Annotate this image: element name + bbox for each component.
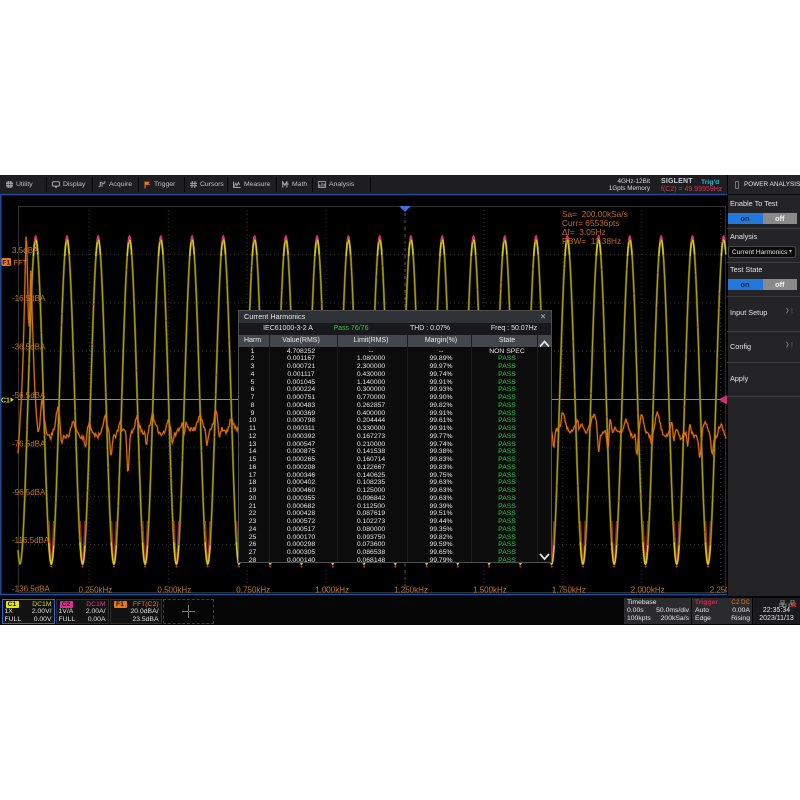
svg-text:C1: C1 xyxy=(1,398,10,405)
svg-text:-56.5dBA: -56.5dBA xyxy=(12,391,46,400)
svg-text:-96.5dBA: -96.5dBA xyxy=(12,488,46,497)
svg-text:-116.5dBA: -116.5dBA xyxy=(12,536,50,545)
svg-text:1.000kHz: 1.000kHz xyxy=(315,586,349,595)
svg-text:1.500kHz: 1.500kHz xyxy=(473,586,507,595)
svg-text:1.750kHz: 1.750kHz xyxy=(552,586,586,595)
svg-text:F1: F1 xyxy=(2,260,10,267)
svg-text:0.750kHz: 0.750kHz xyxy=(236,586,270,595)
svg-text:3.5dBA: 3.5dBA xyxy=(12,246,39,255)
svg-text:1.250kHz: 1.250kHz xyxy=(394,586,428,595)
svg-text:-16.5dBA: -16.5dBA xyxy=(12,294,46,303)
svg-text:FFT: FFT xyxy=(14,258,28,267)
svg-text:-76.5dBA: -76.5dBA xyxy=(12,439,46,448)
svg-text:2.000kHz: 2.000kHz xyxy=(631,586,665,595)
svg-text:-136.5dBA: -136.5dBA xyxy=(12,585,50,594)
svg-text:0.250kHz: 0.250kHz xyxy=(79,586,113,595)
svg-text:-36.5dBA: -36.5dBA xyxy=(12,343,46,352)
svg-text:RBW= 11.38Hz: RBW= 11.38Hz xyxy=(562,236,621,246)
svg-text:0.500kHz: 0.500kHz xyxy=(157,586,191,595)
